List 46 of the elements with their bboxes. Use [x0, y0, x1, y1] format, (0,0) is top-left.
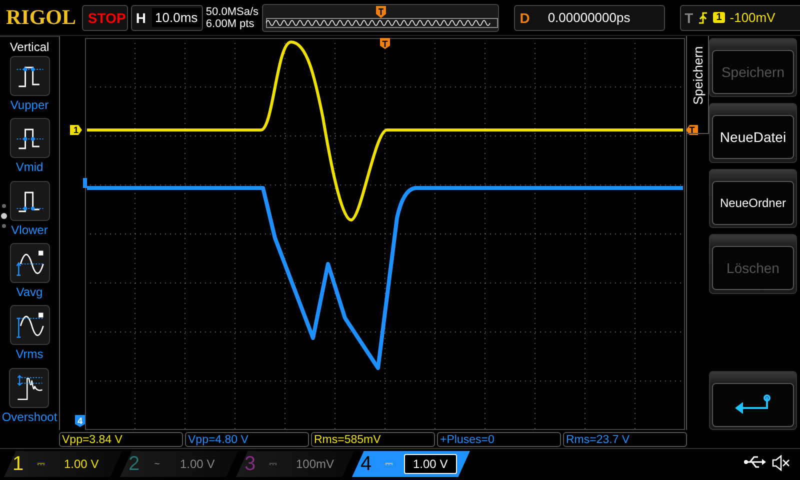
trigger-label: T — [684, 10, 694, 26]
channel-offset-marker — [83, 178, 87, 188]
measurement-readout: Vpp=4.80 V — [185, 432, 309, 446]
trigger-position-marker[interactable]: T — [380, 38, 390, 49]
page-indicator-icon — [1, 203, 7, 229]
horizontal-label: H — [136, 10, 146, 26]
measure-button[interactable] — [10, 242, 50, 283]
run-status: STOP — [82, 4, 128, 30]
delay-value: 0.00000000ps — [548, 10, 630, 25]
measure-button[interactable] — [10, 180, 50, 221]
rising-edge-icon — [698, 10, 708, 24]
delay-label: D — [520, 10, 530, 26]
channel-tab[interactable]: 4 ⎓ 1.00 V — [352, 451, 470, 477]
measure-button[interactable] — [9, 368, 50, 408]
channel-tab[interactable]: 1 ⎓ 1.00 V — [4, 451, 122, 477]
trigger-source: 1 — [713, 12, 725, 23]
measure-button[interactable] — [10, 305, 50, 346]
measurement-readout: +Pluses=0 — [437, 432, 561, 446]
back-button[interactable] — [712, 382, 794, 427]
measure-label: Vavg — [16, 284, 43, 299]
channel-tab[interactable]: 2 ~ 1.00 V — [120, 451, 238, 477]
channel-tab[interactable]: 3 ⎓ 100mV — [236, 451, 354, 477]
measure-label: Vupper — [10, 98, 49, 112]
usb-icon — [744, 455, 766, 469]
trigger-position-icon — [376, 6, 386, 18]
measurement-readout: Vpp=3.84 V — [59, 432, 183, 446]
menu-tab[interactable]: Speichern — [690, 38, 706, 112]
speaker-muted-icon — [772, 455, 790, 471]
measure-label: Overshoot — [2, 410, 58, 424]
trigger-level: -100mV — [730, 10, 776, 25]
measurement-readout: Rms=585mV — [311, 432, 435, 446]
measure-label: Vlower — [11, 222, 48, 237]
menu-title: Vertical — [10, 40, 50, 54]
sample-rate: 50.0MSa/s — [206, 6, 260, 18]
menu-button[interactable]: NeueOrdner — [712, 180, 794, 225]
logo: RIGOL — [6, 5, 78, 30]
return-arrow-icon — [733, 394, 773, 416]
memory-depth: 6.00M pts — [206, 18, 256, 30]
measurement-readout: Rms=23.7 V — [563, 432, 687, 446]
measure-button[interactable] — [10, 56, 50, 96]
measure-button[interactable] — [10, 118, 50, 158]
measure-label: Vrms — [16, 347, 44, 362]
timebase-value: 10.0ms — [152, 8, 201, 27]
measure-label: Vmid — [16, 160, 44, 174]
channel-marker[interactable]: 1 — [70, 125, 82, 135]
menu-button[interactable]: NeueDatei — [712, 115, 794, 160]
